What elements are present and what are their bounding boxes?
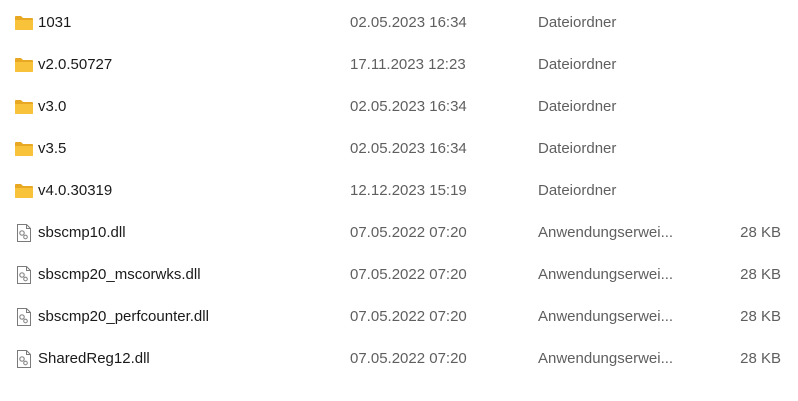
folder-icon: [15, 16, 33, 30]
file-type: Dateiordner: [538, 56, 617, 73]
folder-icon: [15, 100, 33, 114]
file-name: v4.0.30319: [38, 182, 113, 199]
file-name: 1031: [38, 14, 72, 31]
modified-date: 07.05.2022 07:20: [350, 266, 467, 283]
file-type: Anwendungserwei...: [538, 224, 674, 241]
modified-date: 12.12.2023 15:19: [350, 182, 467, 199]
file-type: Anwendungserwei...: [538, 308, 674, 325]
list-item[interactable]: v4.0.30319 12.12.2023 15:19 Dateiordner: [0, 170, 798, 212]
list-item[interactable]: 1031 02.05.2023 16:34 Dateiordner: [0, 2, 798, 44]
file-type: Dateiordner: [538, 182, 617, 199]
modified-date: 02.05.2023 16:34: [350, 98, 467, 115]
file-name: SharedReg12.dll: [38, 350, 150, 367]
file-type: Anwendungserwei...: [538, 266, 674, 283]
list-item[interactable]: sbscmp10.dll 07.05.2022 07:20 Anwendungs…: [0, 212, 798, 254]
folder-icon: [15, 142, 33, 156]
file-name: v3.0: [38, 98, 67, 115]
dll-file-icon: [17, 308, 31, 326]
list-item[interactable]: sbscmp20_mscorwks.dll 07.05.2022 07:20 A…: [0, 254, 798, 296]
file-type: Dateiordner: [538, 14, 617, 31]
file-type: Anwendungserwei...: [538, 350, 674, 367]
file-size: 28 KB: [740, 308, 781, 325]
file-name: v2.0.50727: [38, 56, 113, 73]
file-size: 28 KB: [740, 266, 781, 283]
list-item[interactable]: SharedReg12.dll 07.05.2022 07:20 Anwendu…: [0, 338, 798, 380]
file-type: Dateiordner: [538, 98, 617, 115]
modified-date: 17.11.2023 12:23: [350, 56, 466, 73]
file-name: sbscmp10.dll: [38, 224, 126, 241]
list-item[interactable]: v3.5 02.05.2023 16:34 Dateiordner: [0, 128, 798, 170]
modified-date: 02.05.2023 16:34: [350, 140, 467, 157]
file-type: Dateiordner: [538, 140, 617, 157]
list-item[interactable]: v3.0 02.05.2023 16:34 Dateiordner: [0, 86, 798, 128]
folder-icon: [15, 58, 33, 72]
modified-date: 02.05.2023 16:34: [350, 14, 467, 31]
list-item[interactable]: sbscmp20_perfcounter.dll 07.05.2022 07:2…: [0, 296, 798, 338]
file-name: v3.5: [38, 140, 67, 157]
file-size: 28 KB: [740, 350, 781, 367]
modified-date: 07.05.2022 07:20: [350, 308, 467, 325]
file-name: sbscmp20_mscorwks.dll: [38, 266, 201, 283]
modified-date: 07.05.2022 07:20: [350, 224, 467, 241]
folder-icon: [15, 184, 33, 198]
dll-file-icon: [17, 224, 31, 242]
dll-file-icon: [17, 266, 31, 284]
dll-file-icon: [17, 350, 31, 368]
modified-date: 07.05.2022 07:20: [350, 350, 467, 367]
file-list: 1031 02.05.2023 16:34 Dateiordner v2.0.5…: [0, 0, 798, 401]
file-name: sbscmp20_perfcounter.dll: [38, 308, 209, 325]
list-item[interactable]: v2.0.50727 17.11.2023 12:23 Dateiordner: [0, 44, 798, 86]
file-size: 28 KB: [740, 224, 781, 241]
